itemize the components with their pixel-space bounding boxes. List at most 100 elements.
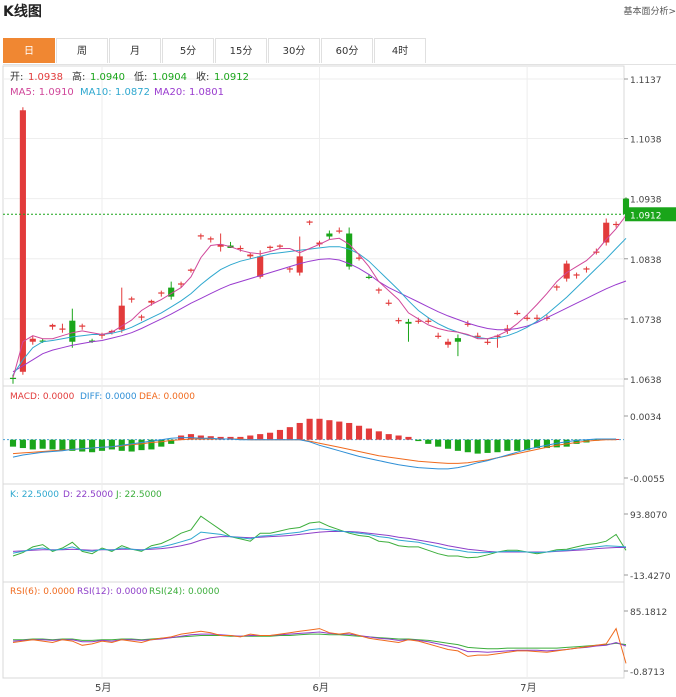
candle-body: [435, 335, 442, 337]
period-tabs: 日周月 5分 15分 30分 60分 4时: [3, 38, 676, 65]
macd-bar: [49, 439, 56, 450]
price-axis-label: 1.0638: [630, 376, 662, 386]
macd-bar: [395, 435, 402, 440]
month-label: 6月: [313, 682, 329, 694]
macd-axis-label: 0.0034: [630, 413, 662, 423]
price-axis-label: 1.0738: [630, 316, 662, 326]
macd-bar: [89, 439, 96, 453]
kdj-axis-label: -13.4270: [630, 572, 671, 582]
candle-body: [138, 316, 145, 318]
macd-bar: [79, 439, 86, 452]
macd-bar: [346, 422, 353, 440]
tab-6[interactable]: 60分: [321, 38, 373, 63]
rsi-axis-label: 85.1812: [630, 608, 667, 618]
price-axis-label: 1.1038: [630, 136, 662, 146]
candle-body: [79, 325, 86, 327]
candle-body: [19, 110, 26, 372]
macd-bar: [464, 439, 471, 453]
candle-body: [365, 276, 373, 278]
candle-body: [385, 302, 392, 304]
candle-body: [257, 256, 264, 277]
candle-body: [9, 377, 17, 379]
macd-bar: [108, 439, 115, 450]
ohlc-high-label: 高:: [72, 70, 85, 83]
ohlc-close-label: 收:: [196, 70, 209, 83]
tab-3[interactable]: 5分: [162, 38, 214, 63]
macd-bar: [29, 439, 36, 450]
macd-bar: [257, 434, 264, 440]
candle-body: [158, 292, 165, 294]
macd-bar: [59, 439, 66, 451]
macd-bar: [514, 439, 521, 451]
macd-bar: [336, 421, 343, 440]
candle-body: [276, 245, 284, 247]
macd-bar: [276, 429, 284, 440]
macd-bar: [385, 434, 392, 440]
macd-bar: [365, 428, 373, 440]
current-price-value: 1.0912: [630, 211, 662, 221]
candle-body: [207, 238, 214, 240]
candle-body: [415, 320, 422, 322]
ohlc-low-label: 低:: [134, 70, 147, 83]
candle-body: [128, 298, 135, 300]
kdj-axis-label: 93.8070: [630, 511, 667, 521]
candle-body: [237, 247, 244, 250]
ma10-label: MA10:: [80, 87, 112, 98]
tab-5[interactable]: 30分: [268, 38, 320, 63]
j-label: J: 22.5000: [115, 490, 162, 500]
ma20-label: MA20:: [154, 87, 186, 98]
tab-4[interactable]: 15分: [215, 38, 267, 63]
candle-body: [59, 328, 66, 330]
macd-bar: [454, 439, 461, 451]
dea-label: DEA: 0.0000: [139, 392, 195, 402]
tab-2[interactable]: 月: [109, 38, 161, 63]
candle-body: [49, 324, 56, 327]
macd-label: MACD: 0.0000: [10, 392, 75, 402]
price-axis-label: 1.1137: [630, 76, 662, 86]
ohlc-high-value: 1.0940: [90, 72, 125, 83]
candle-body: [514, 312, 521, 315]
candle-body: [29, 338, 36, 342]
ma5-label: MA5:: [10, 87, 35, 98]
macd-bar: [355, 425, 363, 440]
macd-bar: [266, 432, 274, 440]
kline-chart: 1.1137 1.1038 1.0938 1.0838 1.0738 1.0638 5月 6月…: [2, 65, 676, 694]
macd-bar: [326, 420, 333, 440]
candle-body: [69, 320, 76, 342]
tab-1[interactable]: 周: [56, 38, 108, 63]
macd-bar: [128, 439, 135, 452]
macd-bar: [484, 439, 491, 453]
rsi6-label: RSI(6): 0.0000: [10, 587, 75, 597]
ohlc-low-value: 1.0904: [152, 72, 187, 83]
d-label: D: 22.5000: [63, 490, 113, 500]
macd-bar: [425, 439, 432, 444]
candle-body: [613, 223, 620, 226]
candle-body: [484, 341, 491, 343]
candle-body: [524, 317, 531, 319]
candle-body: [178, 283, 185, 285]
macd-bar: [316, 418, 323, 440]
price-axis-label: 1.0838: [630, 256, 662, 266]
macd-bar: [435, 439, 442, 447]
ma5-value: 1.0910: [39, 87, 74, 98]
candle-body: [395, 320, 402, 322]
macd-bar: [504, 439, 511, 451]
macd-bar: [474, 439, 481, 454]
candle-body: [336, 230, 343, 232]
page-title: K线图: [3, 4, 42, 20]
candle-body: [533, 317, 541, 319]
candle-body: [454, 338, 461, 342]
price-axis-label: 1.0938: [630, 196, 662, 206]
ohlc-open-value: 1.0938: [28, 72, 63, 83]
month-label: 7月: [520, 682, 536, 694]
macd-bar: [306, 418, 313, 440]
candle-body: [148, 300, 155, 303]
fundamental-analysis-link[interactable]: 基本面分析>: [623, 4, 676, 17]
macd-bar: [444, 439, 452, 449]
tab-7[interactable]: 4时: [374, 38, 426, 63]
candle-body: [266, 246, 274, 248]
ma20-value: 1.0801: [189, 87, 224, 98]
candle-body: [197, 235, 204, 237]
tab-0[interactable]: 日: [3, 38, 55, 63]
k-label: K: 22.5000: [10, 490, 59, 500]
